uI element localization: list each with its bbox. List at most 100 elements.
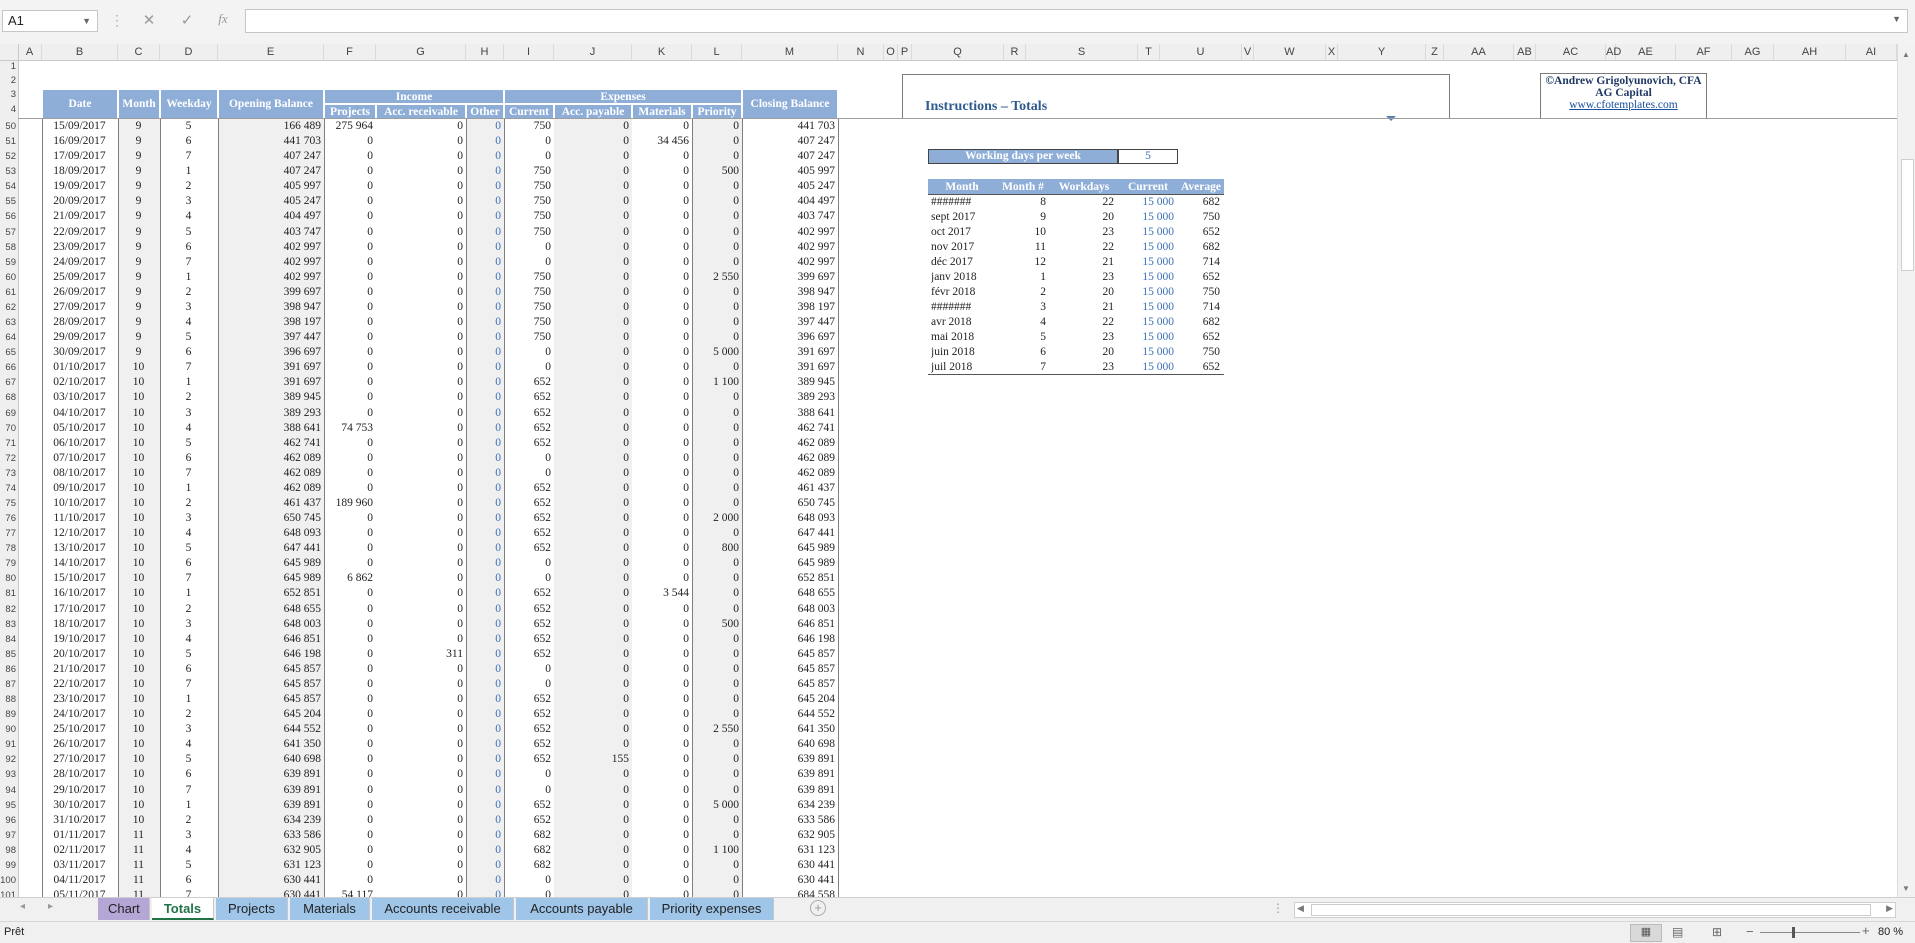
- cell-e[interactable]: 407 247: [220, 164, 321, 179]
- column-header-af[interactable]: AF: [1676, 44, 1732, 60]
- cell-d[interactable]: 1: [162, 270, 215, 285]
- cell-d[interactable]: 4: [162, 632, 215, 647]
- cell-m[interactable]: 645 989: [744, 556, 835, 571]
- cell-f[interactable]: 0: [326, 255, 373, 270]
- cell-l[interactable]: 0: [694, 225, 739, 240]
- cell-j[interactable]: 0: [556, 511, 629, 526]
- row-header[interactable]: 56: [0, 209, 18, 224]
- cell-l[interactable]: 0: [694, 647, 739, 662]
- enter-icon[interactable]: ✓: [176, 11, 198, 29]
- cell-i[interactable]: 0: [506, 677, 551, 692]
- cell-d[interactable]: 3: [162, 617, 215, 632]
- cell-k[interactable]: 0: [634, 330, 689, 345]
- cell-f[interactable]: 0: [326, 270, 373, 285]
- cell-b[interactable]: 20/09/2017: [44, 194, 115, 209]
- cell-j[interactable]: 0: [556, 451, 629, 466]
- cell-i[interactable]: 0: [506, 345, 551, 360]
- cell-g[interactable]: 0: [378, 209, 463, 224]
- cell-c[interactable]: 10: [120, 526, 157, 541]
- cell-c[interactable]: 10: [120, 556, 157, 571]
- cell-b[interactable]: 21/09/2017: [44, 209, 115, 224]
- cell-e[interactable]: 650 745: [220, 511, 321, 526]
- cell-k[interactable]: 0: [634, 541, 689, 556]
- cell-h[interactable]: 0: [468, 737, 501, 752]
- sheet-tab[interactable]: Priority expenses: [650, 898, 774, 920]
- cell-h[interactable]: 0: [468, 617, 501, 632]
- cell-c[interactable]: 10: [120, 481, 157, 496]
- cell-b[interactable]: 03/11/2017: [44, 858, 115, 873]
- summary-cell[interactable]: 652: [1178, 270, 1220, 285]
- cell-l[interactable]: 0: [694, 255, 739, 270]
- cell-l[interactable]: 0: [694, 179, 739, 194]
- cell-l[interactable]: 0: [694, 828, 739, 843]
- scroll-right-icon[interactable]: ▶: [1886, 903, 1893, 914]
- summary-cell[interactable]: oct 2017: [931, 225, 995, 240]
- summary-cell[interactable]: 10: [996, 225, 1047, 240]
- cell-i[interactable]: 750: [506, 225, 551, 240]
- cell-f[interactable]: 0: [326, 737, 373, 752]
- cell-c[interactable]: 10: [120, 813, 157, 828]
- cell-l[interactable]: 2 000: [694, 511, 739, 526]
- cell-i[interactable]: 750: [506, 270, 551, 285]
- cell-e[interactable]: 407 247: [220, 149, 321, 164]
- cell-f[interactable]: 0: [326, 752, 373, 767]
- cell-i[interactable]: 652: [506, 526, 551, 541]
- cell-g[interactable]: 0: [378, 496, 463, 511]
- cell-f[interactable]: 0: [326, 406, 373, 421]
- cell-b[interactable]: 05/10/2017: [44, 421, 115, 436]
- cell-k[interactable]: 0: [634, 767, 689, 782]
- cell-m[interactable]: 650 745: [744, 496, 835, 511]
- cell-f[interactable]: 0: [326, 541, 373, 556]
- cell-i[interactable]: 0: [506, 466, 551, 481]
- cell-b[interactable]: 12/10/2017: [44, 526, 115, 541]
- cell-m[interactable]: 405 997: [744, 164, 835, 179]
- cell-b[interactable]: 25/09/2017: [44, 270, 115, 285]
- cell-m[interactable]: 640 698: [744, 737, 835, 752]
- cell-k[interactable]: 0: [634, 164, 689, 179]
- zoom-in-icon[interactable]: +: [1862, 923, 1870, 938]
- select-all-button[interactable]: [0, 44, 19, 61]
- row-header[interactable]: 61: [0, 285, 18, 300]
- column-header-p[interactable]: P: [898, 44, 912, 60]
- cell-l[interactable]: 0: [694, 194, 739, 209]
- cell-g[interactable]: 0: [378, 285, 463, 300]
- summary-cell[interactable]: 652: [1178, 360, 1220, 375]
- cell-f[interactable]: 0: [326, 586, 373, 601]
- cell-j[interactable]: 0: [556, 390, 629, 405]
- cell-i[interactable]: 652: [506, 406, 551, 421]
- cell-k[interactable]: 0: [634, 828, 689, 843]
- cell-k[interactable]: 0: [634, 149, 689, 164]
- cell-c[interactable]: 10: [120, 662, 157, 677]
- cell-f[interactable]: 0: [326, 602, 373, 617]
- cell-m[interactable]: 391 697: [744, 360, 835, 375]
- cell-b[interactable]: 17/09/2017: [44, 149, 115, 164]
- cell-k[interactable]: 0: [634, 737, 689, 752]
- cell-h[interactable]: 0: [468, 375, 501, 390]
- cell-d[interactable]: 4: [162, 737, 215, 752]
- cell-c[interactable]: 10: [120, 436, 157, 451]
- cell-m[interactable]: 633 586: [744, 813, 835, 828]
- cell-h[interactable]: 0: [468, 632, 501, 647]
- expand-formula-icon[interactable]: ▼: [1892, 14, 1901, 24]
- column-header-c[interactable]: C: [118, 44, 160, 60]
- cell-h[interactable]: 0: [468, 466, 501, 481]
- cell-e[interactable]: 632 905: [220, 843, 321, 858]
- cell-e[interactable]: 396 697: [220, 345, 321, 360]
- cell-m[interactable]: 652 851: [744, 571, 835, 586]
- cell-g[interactable]: 0: [378, 541, 463, 556]
- cell-e[interactable]: 648 655: [220, 602, 321, 617]
- cell-j[interactable]: 0: [556, 722, 629, 737]
- column-header-d[interactable]: D: [160, 44, 218, 60]
- cell-k[interactable]: 0: [634, 556, 689, 571]
- row-header[interactable]: 3: [0, 87, 18, 102]
- horizontal-scrollbar[interactable]: ◀ ▶: [1294, 902, 1896, 918]
- cell-j[interactable]: 0: [556, 149, 629, 164]
- cell-l[interactable]: 0: [694, 240, 739, 255]
- cell-e[interactable]: 648 003: [220, 617, 321, 632]
- cell-j[interactable]: 0: [556, 481, 629, 496]
- row-header[interactable]: 70: [0, 421, 18, 436]
- summary-cell[interactable]: 8: [996, 195, 1046, 210]
- cell-b[interactable]: 22/10/2017: [44, 677, 115, 692]
- cell-e[interactable]: 405 247: [220, 194, 321, 209]
- cell-b[interactable]: 26/09/2017: [44, 285, 115, 300]
